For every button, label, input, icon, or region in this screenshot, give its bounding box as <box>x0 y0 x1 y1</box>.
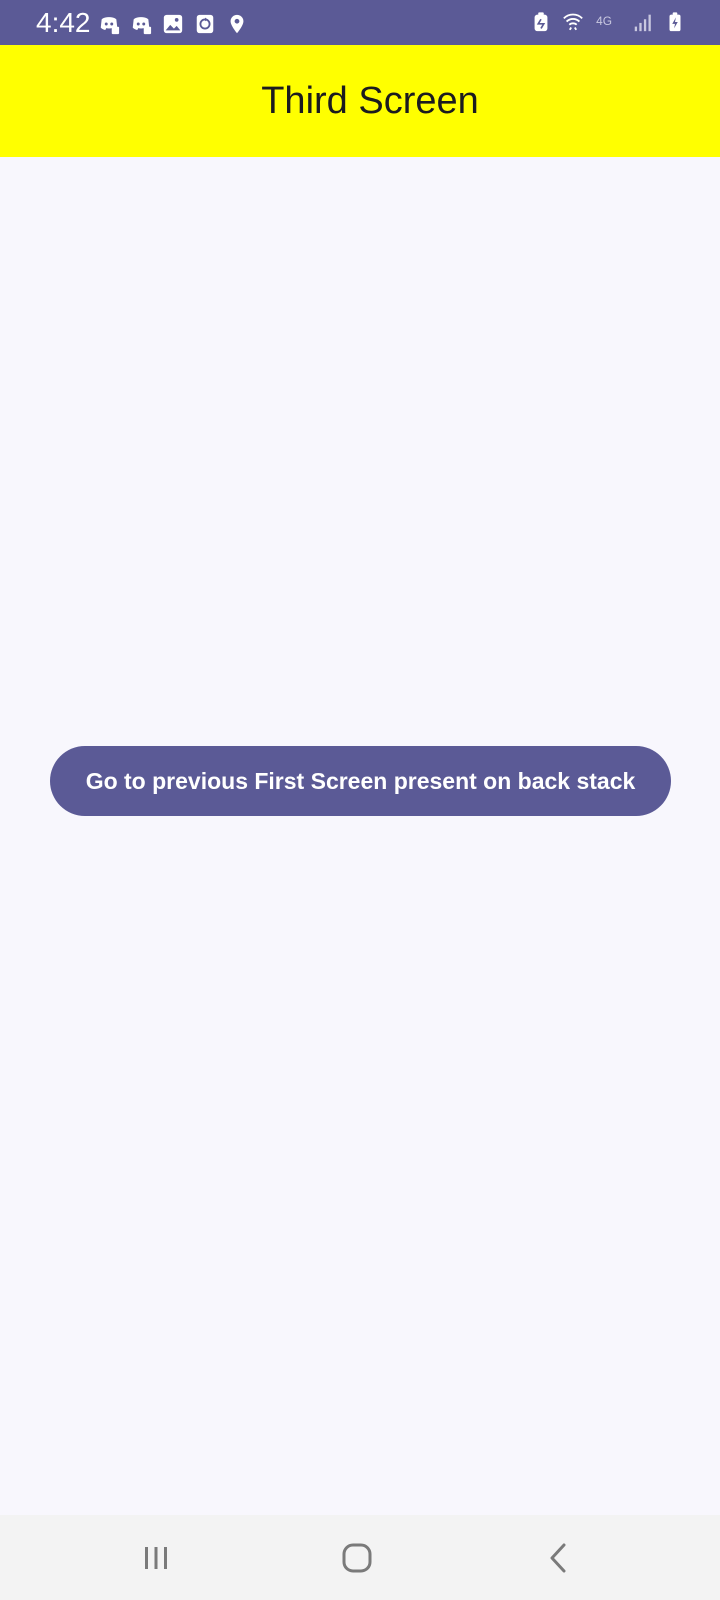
sync-icon <box>196 14 214 34</box>
top-app-bar: Third Screen <box>0 45 720 157</box>
navigation-bar <box>0 1515 720 1600</box>
system-icons: 4G <box>530 11 686 33</box>
recents-icon <box>145 1547 167 1569</box>
battery-saver-icon <box>534 12 548 32</box>
gallery-icon <box>163 14 183 34</box>
recents-button[interactable] <box>126 1533 186 1583</box>
network-4g-icon: 4G <box>596 14 612 28</box>
home-button[interactable] <box>327 1533 387 1583</box>
battery-charging-icon <box>669 12 681 32</box>
discord-icon <box>100 17 120 35</box>
discord-icon <box>132 17 152 35</box>
go-to-first-screen-button[interactable]: Go to previous First Screen present on b… <box>50 746 671 816</box>
screen-title: Third Screen <box>261 79 479 122</box>
status-bar: 4:42 4G <box>0 0 720 45</box>
home-icon <box>342 1543 372 1573</box>
signal-icon <box>634 14 651 32</box>
status-time: 4:42 <box>36 7 91 38</box>
svg-text:4G: 4G <box>596 14 612 28</box>
back-icon <box>550 1543 566 1573</box>
notification-icons <box>98 13 248 35</box>
location-icon <box>230 14 244 34</box>
back-button[interactable] <box>529 1533 589 1583</box>
wifi-icon <box>563 13 583 31</box>
main-content: Go to previous First Screen present on b… <box>0 157 720 1515</box>
